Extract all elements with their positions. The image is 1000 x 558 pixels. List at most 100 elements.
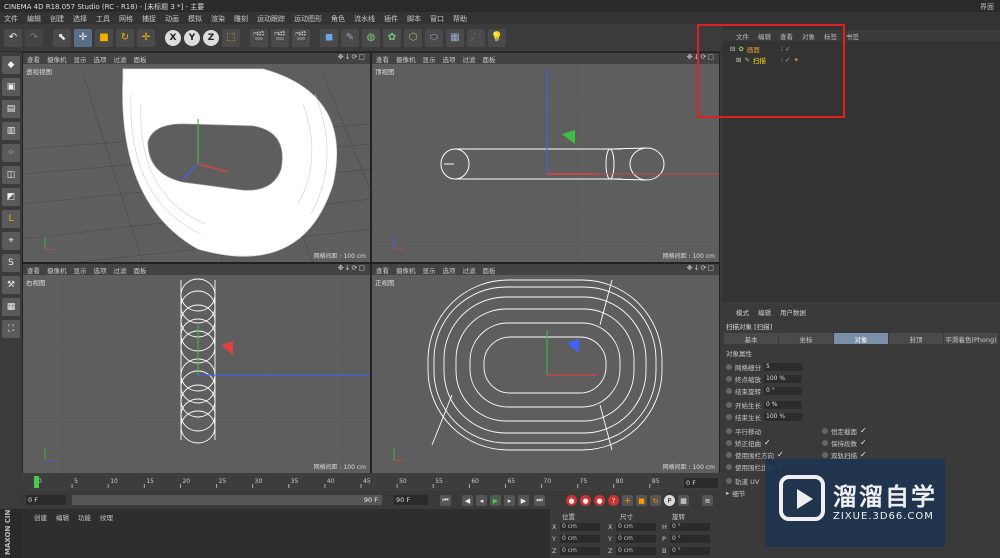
vp-menu-panel[interactable]: 面板 — [483, 265, 496, 275]
camera-icon[interactable]: 🎥 — [467, 28, 485, 47]
render-picture-viewer-icon[interactable]: 🎬 — [271, 28, 289, 47]
check-row[interactable]: 轨道 UV — [726, 476, 759, 486]
om-menu-bookmarks[interactable]: 书签 — [846, 31, 859, 41]
menu-item[interactable]: 捕捉 — [142, 14, 156, 23]
vp-menu-options[interactable]: 选项 — [94, 265, 107, 275]
menu-item[interactable]: 帮助 — [453, 14, 467, 23]
tab-object[interactable]: 对象 — [834, 333, 888, 344]
menu-item[interactable]: 网格 — [119, 14, 133, 23]
vp-menu-panel[interactable]: 面板 — [134, 54, 147, 64]
vp-menu-panel[interactable]: 面板 — [134, 265, 147, 275]
tab-basic[interactable]: 基本 — [724, 333, 778, 344]
vp-menu-filter[interactable]: 过滤 — [114, 54, 127, 64]
checkmark-icon[interactable]: ✓ — [860, 426, 867, 435]
points-mode-icon[interactable]: ⁘ — [2, 144, 20, 162]
vp-menu-view[interactable]: 查看 — [376, 54, 389, 64]
vp-menu-display[interactable]: 显示 — [74, 54, 87, 64]
check-row[interactable]: 平行移动 — [726, 426, 761, 436]
vp-menu-cameras[interactable]: 摄像机 — [396, 54, 416, 64]
mat-menu-function[interactable]: 功能 — [78, 512, 91, 522]
snap-icon[interactable]: S — [2, 254, 20, 272]
coord-value-size[interactable]: 0 cm — [616, 523, 656, 531]
check-row[interactable]: 双轨扫描 ✓ — [822, 450, 867, 460]
vp-menu-filter[interactable]: 过滤 — [463, 265, 476, 275]
menu-item[interactable]: 角色 — [331, 14, 345, 23]
subdivision-icon[interactable]: ◍ — [362, 28, 380, 47]
vp-menu-view[interactable]: 查看 — [27, 54, 40, 64]
menu-item[interactable]: 创建 — [50, 14, 64, 23]
checkmark-icon[interactable]: ✓ — [860, 438, 867, 447]
axis-mode-icon[interactable]: L — [2, 210, 20, 228]
vp-menu-view[interactable]: 查看 — [376, 265, 389, 275]
menu-item[interactable]: 运动图形 — [294, 14, 322, 23]
rotate-tool-icon[interactable]: ↻ — [116, 28, 134, 47]
tweak-mode-icon[interactable]: ⌖ — [2, 232, 20, 250]
attr-value[interactable]: 100 % — [764, 374, 802, 383]
scale-key-icon[interactable]: ■ — [636, 495, 647, 506]
menu-item[interactable]: 渲染 — [211, 14, 225, 23]
menu-item[interactable]: 工具 — [96, 14, 110, 23]
coord-value-rot[interactable]: 0 ° — [670, 535, 710, 543]
cube-icon[interactable]: ◼ — [320, 28, 338, 47]
tab-phong[interactable]: 平滑着色(Phong) — [944, 333, 998, 344]
prev-frame-icon[interactable]: ◂ — [476, 495, 487, 506]
vp-menu-display[interactable]: 显示 — [74, 265, 87, 275]
menu-item[interactable]: 插件 — [384, 14, 398, 23]
live-selection-icon[interactable]: ✛ — [137, 28, 155, 47]
tab-coord[interactable]: 坐标 — [779, 333, 833, 344]
auto-key-icon[interactable]: ● — [580, 495, 591, 506]
menu-item[interactable]: 脚本 — [407, 14, 421, 23]
vp-menu-cameras[interactable]: 摄像机 — [47, 265, 67, 275]
check-row[interactable]: 使用围栏方向 ✓ — [726, 450, 784, 460]
vp-menu-view[interactable]: 查看 — [27, 265, 40, 275]
render-settings-icon[interactable]: 🎬 — [292, 28, 310, 47]
vp-menu-filter[interactable]: 过滤 — [114, 265, 127, 275]
mat-menu-texture[interactable]: 纹理 — [100, 512, 113, 522]
coord-value-rot[interactable]: 0 ° — [670, 547, 710, 555]
attr-value[interactable]: 0 % — [764, 400, 802, 409]
sculpt-icon[interactable]: ⚒ — [2, 276, 20, 294]
edges-mode-icon[interactable]: ◫ — [2, 166, 20, 184]
next-key-icon[interactable]: ▶ — [518, 495, 529, 506]
check-row[interactable]: 保持段数 ✓ — [822, 438, 867, 448]
keyframe-selection-icon[interactable]: ● — [594, 495, 605, 506]
expand-arrow-icon[interactable]: ▸ — [726, 489, 729, 497]
pen-spline-icon[interactable]: ✎ — [341, 28, 359, 47]
param-key-icon[interactable]: P — [664, 495, 675, 506]
viewport-front[interactable]: 查看 摄像机 显示 选项 过滤 面板 ✥↓⟳▢ 正视图 网格间距 : 100 c… — [371, 263, 720, 474]
menu-item[interactable]: 运动跟踪 — [257, 14, 285, 23]
viewport-top[interactable]: 查看 摄像机 显示 选项 过滤 面板 ✥↓⟳▢ 顶视图 网格间距 : 100 c… — [371, 52, 720, 263]
viewport-nav-icons[interactable]: ✥↓⟳▢ — [687, 264, 715, 272]
range-slider[interactable]: 90 F — [72, 495, 382, 505]
tab-caps[interactable]: 封顶 — [889, 333, 943, 344]
menu-item[interactable]: 选择 — [73, 14, 87, 23]
vp-menu-display[interactable]: 显示 — [423, 54, 436, 64]
prev-key-icon[interactable]: ◀ — [462, 495, 473, 506]
vp-menu-display[interactable]: 显示 — [423, 265, 436, 275]
menu-item[interactable]: 模拟 — [188, 14, 202, 23]
go-end-icon[interactable]: ⏭ — [534, 495, 545, 506]
current-frame-field[interactable]: 0 F — [684, 478, 718, 488]
vp-menu-panel[interactable]: 面板 — [483, 54, 496, 64]
playhead[interactable] — [34, 476, 39, 488]
vp-menu-filter[interactable]: 过滤 — [463, 54, 476, 64]
checkmark-icon[interactable]: ✓ — [777, 450, 784, 459]
y-axis-button[interactable]: Y — [184, 29, 200, 46]
z-axis-button[interactable]: Z — [203, 29, 219, 46]
coord-value-pos[interactable]: 0 cm — [560, 547, 600, 555]
deformer-icon[interactable]: ⬡ — [404, 28, 422, 47]
check-row[interactable]: 矫正扭曲 ✓ — [726, 438, 771, 448]
vp-menu-options[interactable]: 选项 — [443, 54, 456, 64]
am-menu-mode[interactable]: 模式 — [736, 307, 749, 317]
grid-icon[interactable]: ▦ — [2, 298, 20, 316]
coord-value-pos[interactable]: 0 cm — [560, 523, 600, 531]
record-icon[interactable]: ● — [566, 495, 577, 506]
vp-menu-options[interactable]: 选项 — [443, 265, 456, 275]
coord-value-rot[interactable]: 0 ° — [670, 523, 710, 531]
coord-value-pos[interactable]: 0 cm — [560, 535, 600, 543]
viewport-perspective[interactable]: 查看 摄像机 显示 选项 过滤 面板 ✥↓⟳▢ 透视视图 网格间距 : 100 … — [22, 52, 371, 263]
viewport-right[interactable]: 查看 摄像机 显示 选项 过滤 面板 ✥↓⟳▢ 右视图 网格间距 : 100 c… — [22, 263, 371, 474]
mat-menu-create[interactable]: 创建 — [34, 512, 47, 522]
vp-menu-options[interactable]: 选项 — [94, 54, 107, 64]
am-menu-edit[interactable]: 编辑 — [758, 307, 771, 317]
